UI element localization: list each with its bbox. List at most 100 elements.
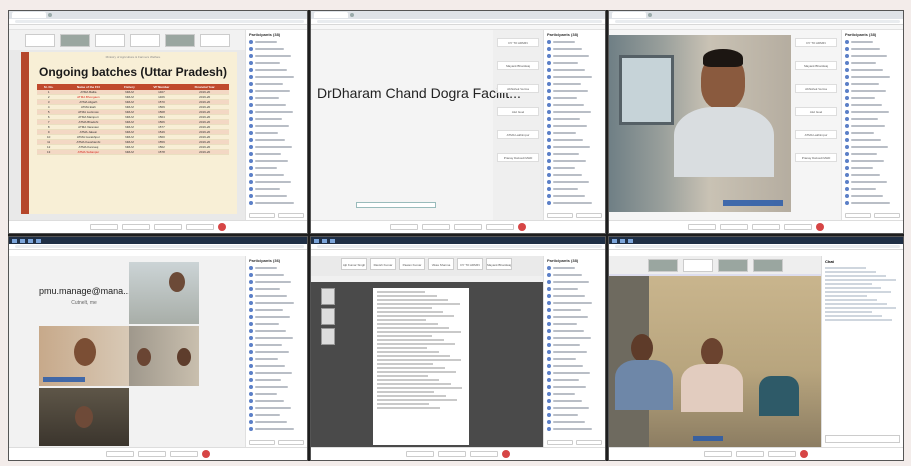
- chat-input[interactable]: [825, 435, 900, 443]
- participant-row[interactable]: [547, 143, 602, 150]
- participant-row[interactable]: [249, 136, 304, 143]
- participant-thumbnail[interactable]: [647, 258, 678, 272]
- participant-row[interactable]: [249, 327, 304, 334]
- mute-button[interactable]: [704, 451, 732, 457]
- side-participant-3[interactable]: Abhishek Verma: [497, 84, 539, 93]
- participant-row[interactable]: [547, 348, 602, 355]
- pdf-page-thumbnail[interactable]: [321, 308, 335, 325]
- participant-row[interactable]: [249, 101, 304, 108]
- participant-row[interactable]: [547, 150, 602, 157]
- url-field[interactable]: [15, 245, 304, 248]
- side-participant-4[interactable]: Atul Goel: [497, 107, 539, 116]
- participant-row[interactable]: [547, 185, 602, 192]
- participant-row[interactable]: [249, 122, 304, 129]
- participant-row[interactable]: [547, 199, 602, 206]
- participant-row[interactable]: [249, 164, 304, 171]
- participant-thumbnail[interactable]: [24, 33, 55, 47]
- invite-button[interactable]: [278, 213, 304, 218]
- participant-row[interactable]: [249, 348, 304, 355]
- mute-button[interactable]: [390, 224, 418, 230]
- participant-row[interactable]: [547, 376, 602, 383]
- participant-row[interactable]: [547, 285, 602, 292]
- share-button[interactable]: [154, 224, 182, 230]
- mute-button[interactable]: [106, 451, 134, 457]
- participant-row[interactable]: [249, 87, 304, 94]
- video-button[interactable]: [438, 451, 466, 457]
- url-field[interactable]: [317, 245, 602, 248]
- end-call-button[interactable]: [518, 223, 526, 231]
- invite-button[interactable]: [576, 440, 602, 445]
- taskbar-app-icon[interactable]: [36, 238, 41, 243]
- participant-row[interactable]: [249, 178, 304, 185]
- participant-row[interactable]: [845, 108, 900, 115]
- participant-row[interactable]: [249, 143, 304, 150]
- participant-row[interactable]: [249, 199, 304, 206]
- participant-row[interactable]: [249, 411, 304, 418]
- participant-row[interactable]: [249, 38, 304, 45]
- participant-row[interactable]: [547, 164, 602, 171]
- participant-row[interactable]: [249, 376, 304, 383]
- participant-row[interactable]: [249, 52, 304, 59]
- participant-row[interactable]: [547, 320, 602, 327]
- mute-all-button[interactable]: [249, 440, 275, 445]
- participant-row[interactable]: [547, 299, 602, 306]
- video-button[interactable]: [138, 451, 166, 457]
- participant-row[interactable]: [547, 355, 602, 362]
- mute-button[interactable]: [406, 451, 434, 457]
- share-button[interactable]: [768, 451, 796, 457]
- participant-row[interactable]: [845, 66, 900, 73]
- taskbar-app-icon[interactable]: [20, 238, 25, 243]
- participant-row[interactable]: [249, 313, 304, 320]
- participant-row[interactable]: [547, 383, 602, 390]
- participant-thumbnail[interactable]: [682, 258, 713, 272]
- side-participant-3[interactable]: Abhishek Verma: [795, 84, 837, 93]
- mute-all-button[interactable]: [547, 213, 573, 218]
- participant-row[interactable]: [845, 115, 900, 122]
- invite-button[interactable]: [576, 213, 602, 218]
- browser-tab[interactable]: [12, 12, 46, 18]
- participants-button[interactable]: [784, 224, 812, 230]
- participant-row[interactable]: [249, 292, 304, 299]
- participant-row[interactable]: [249, 108, 304, 115]
- url-field[interactable]: [615, 245, 900, 248]
- participant-row[interactable]: [249, 150, 304, 157]
- participant-row[interactable]: [845, 164, 900, 171]
- participant-row[interactable]: [249, 299, 304, 306]
- participant-row[interactable]: [249, 383, 304, 390]
- speaker-tab-1[interactable]: Ajit Kumar Singh: [341, 258, 367, 270]
- taskbar-app-icon[interactable]: [322, 238, 327, 243]
- participant-row[interactable]: [249, 390, 304, 397]
- participant-row[interactable]: [547, 313, 602, 320]
- participant-row[interactable]: [845, 38, 900, 45]
- video-button[interactable]: [422, 224, 450, 230]
- address-bar[interactable]: [609, 244, 903, 250]
- new-tab-icon[interactable]: [48, 13, 52, 17]
- participant-row[interactable]: [249, 320, 304, 327]
- taskbar-app-icon[interactable]: [620, 238, 625, 243]
- participant-thumbnail[interactable]: [94, 33, 125, 47]
- invite-button[interactable]: [278, 440, 304, 445]
- participant-row[interactable]: [249, 171, 304, 178]
- participant-row[interactable]: [547, 390, 602, 397]
- new-tab-icon[interactable]: [648, 13, 652, 17]
- participant-row[interactable]: [845, 52, 900, 59]
- participant-row[interactable]: [547, 80, 602, 87]
- participant-row[interactable]: [249, 94, 304, 101]
- participant-row[interactable]: [547, 411, 602, 418]
- pdf-page-thumbnail[interactable]: [321, 288, 335, 305]
- participant-thumbnail[interactable]: [717, 258, 748, 272]
- participant-row[interactable]: [547, 108, 602, 115]
- participant-row[interactable]: [845, 150, 900, 157]
- side-participant-4[interactable]: Atul Goel: [795, 107, 837, 116]
- participant-row[interactable]: [249, 157, 304, 164]
- participant-row[interactable]: [547, 73, 602, 80]
- participant-row[interactable]: [249, 334, 304, 341]
- taskbar-app-icon[interactable]: [330, 238, 335, 243]
- participant-row[interactable]: [547, 52, 602, 59]
- start-icon[interactable]: [314, 238, 319, 243]
- gallery-video-2[interactable]: [39, 326, 129, 386]
- participant-row[interactable]: [249, 285, 304, 292]
- participant-row[interactable]: [845, 185, 900, 192]
- participant-row[interactable]: [845, 87, 900, 94]
- start-icon[interactable]: [612, 238, 617, 243]
